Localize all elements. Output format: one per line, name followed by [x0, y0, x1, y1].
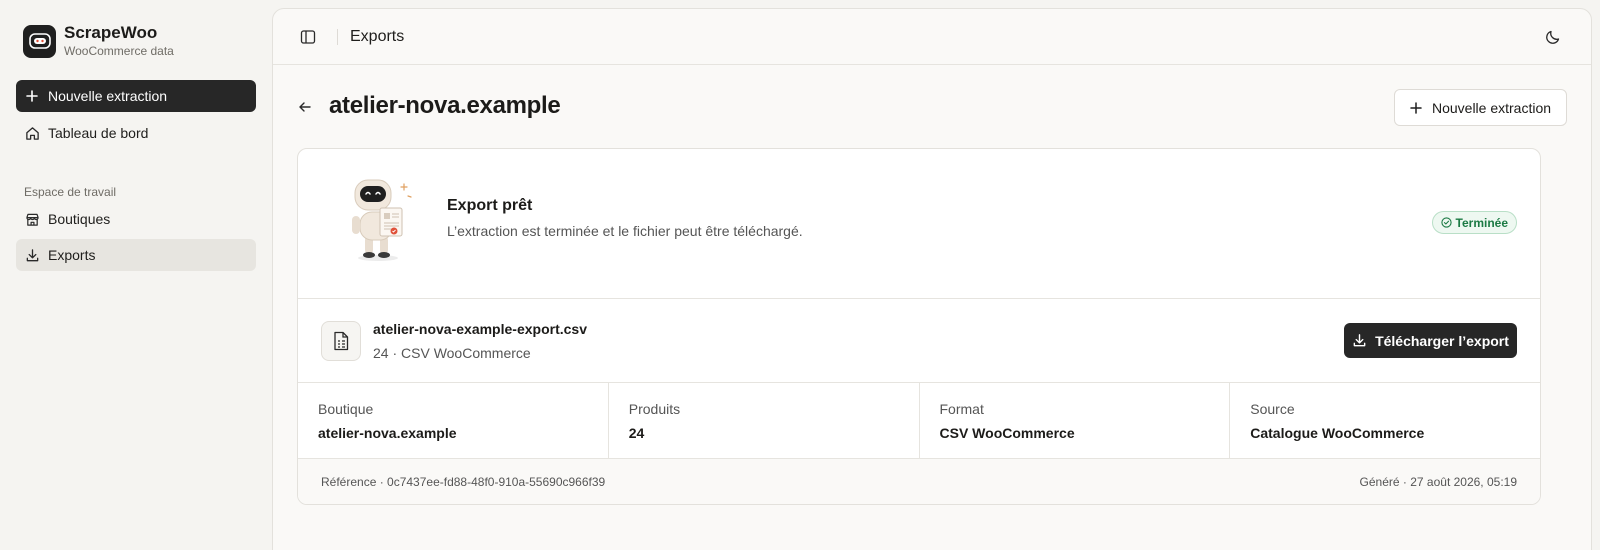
- download-icon: [25, 248, 40, 263]
- new-extraction-label: Nouvelle extraction: [48, 88, 168, 104]
- status-badge: Terminée: [1431, 211, 1517, 234]
- plus-icon: [26, 90, 38, 102]
- main-panel: Exports atelier-nova.example Nouvelle ex…: [272, 8, 1592, 550]
- sidebar-item-label: Exports: [48, 247, 96, 263]
- stat-label: Produits: [628, 401, 681, 417]
- sidebar-item-exports[interactable]: Exports: [16, 239, 256, 271]
- stat-boutique: Boutique atelier-nova.example: [298, 383, 609, 458]
- check-circle-icon: [1440, 217, 1452, 228]
- topbar: Exports: [273, 9, 1591, 65]
- download-icon: [1352, 333, 1367, 348]
- store-icon: [25, 212, 40, 227]
- stat-value: Catalogue WooCommerce: [1250, 425, 1425, 441]
- page-header: atelier-nova.example Nouvelle extraction: [273, 65, 1591, 145]
- file-meta: 24 · CSV WooCommerce: [373, 345, 531, 361]
- stat-label: Format: [939, 401, 984, 417]
- stat-value: atelier-nova.example: [318, 425, 457, 441]
- stat-label: Source: [1250, 401, 1295, 417]
- brand-subtitle: WooCommerce data: [64, 44, 174, 58]
- stat-source: Source Catalogue WooCommerce: [1230, 383, 1540, 458]
- download-export-label: Télécharger l’export: [1375, 332, 1509, 349]
- new-extraction-label: Nouvelle extraction: [1431, 99, 1552, 116]
- stat-produits: Produits 24: [609, 383, 920, 458]
- status-description: L’extraction est terminée et le fichier …: [447, 223, 803, 239]
- topbar-divider: [337, 29, 338, 45]
- status-title: Export prêt: [447, 197, 533, 214]
- stat-value: 24: [628, 425, 645, 441]
- export-details: Boutique atelier-nova.example Produits 2…: [298, 383, 1540, 459]
- arrow-left-icon[interactable]: [298, 100, 312, 114]
- plus-icon: [1410, 101, 1422, 114]
- brand-name: ScrapeWoo: [64, 23, 158, 42]
- sidebar-item-boutiques[interactable]: Boutiques: [16, 203, 256, 235]
- sidebar-item-label: Boutiques: [48, 211, 111, 227]
- export-footer: Référence · 0c7437ee-fd88-48f0-910a-5569…: [298, 459, 1540, 504]
- generated-timestamp: Généré · 27 août 2026, 05:19: [1359, 475, 1517, 489]
- sidebar-item-label: Tableau de bord: [48, 125, 149, 141]
- home-icon: [25, 126, 40, 141]
- reference-id: Référence · 0c7437ee-fd88-48f0-910a-5569…: [321, 475, 606, 489]
- sidebar-toggle-icon[interactable]: [300, 29, 316, 45]
- status-badge-label: Terminée: [1455, 215, 1508, 230]
- stat-value: CSV WooCommerce: [939, 425, 1075, 441]
- new-extraction-button[interactable]: Nouvelle extraction: [1394, 89, 1567, 126]
- new-extraction-button[interactable]: Nouvelle extraction: [16, 80, 256, 112]
- sidebar: ScrapeWoo WooCommerce data Nouvelle extr…: [0, 0, 272, 550]
- file-row: atelier-nova-example-export.csv 24 · CSV…: [298, 299, 1540, 383]
- page-title: atelier-nova.example: [329, 92, 561, 119]
- download-export-button[interactable]: Télécharger l’export: [1344, 323, 1517, 358]
- robot-face-icon: [23, 24, 56, 58]
- stat-format: Format CSV WooCommerce: [920, 383, 1231, 458]
- export-status-section: Export prêt L’extraction est terminée et…: [298, 149, 1540, 299]
- moon-icon[interactable]: [1545, 29, 1561, 45]
- export-card: Export prêt L’extraction est terminée et…: [297, 148, 1541, 505]
- section-label-workspace: Espace de travail: [24, 185, 117, 199]
- robot-illustration: [342, 174, 414, 262]
- breadcrumb: Exports: [350, 28, 405, 45]
- brand[interactable]: ScrapeWoo WooCommerce data: [23, 23, 174, 59]
- stat-label: Boutique: [318, 401, 374, 417]
- file-name: atelier-nova-example-export.csv: [373, 321, 587, 337]
- sidebar-item-dashboard[interactable]: Tableau de bord: [16, 117, 256, 149]
- file-spreadsheet-icon: [321, 321, 361, 361]
